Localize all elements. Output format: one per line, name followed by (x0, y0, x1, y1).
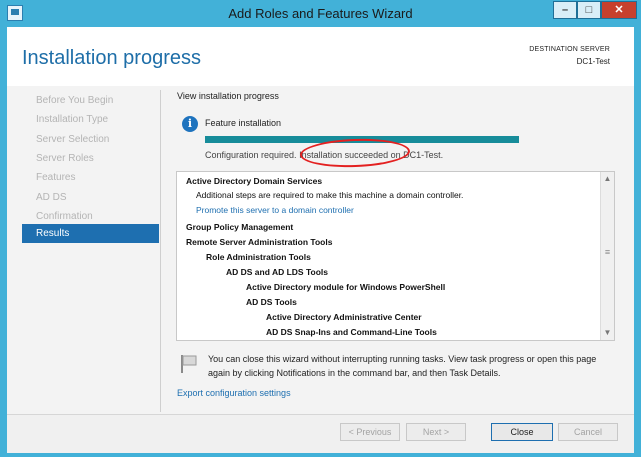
window-frame-right (634, 27, 641, 457)
results-scrollbar[interactable]: ▲ ≡ ▼ (600, 172, 614, 340)
scroll-grip-icon[interactable]: ≡ (603, 248, 612, 257)
results-list[interactable]: Active Directory Domain Services Additio… (176, 171, 615, 341)
page-title: Installation progress (22, 47, 201, 69)
nav-item-confirmation: Confirmation (36, 211, 93, 222)
close-wizard-note: You can close this wizard without interr… (208, 354, 597, 378)
cancel-button[interactable]: Cancel (558, 423, 618, 441)
nav-item-features: Features (36, 172, 76, 183)
maximize-button[interactable]: □ (577, 1, 601, 19)
minimize-button[interactable]: – (553, 1, 577, 19)
nav-item-server-selection: Server Selection (36, 134, 110, 145)
result-item: Additional steps are required to make th… (196, 190, 464, 200)
export-configuration-link[interactable]: Export configuration settings (177, 388, 291, 398)
nav-item-before-you-begin: Before You Begin (36, 95, 114, 106)
result-item: Active Directory Domain Services (186, 176, 323, 186)
destination-server-label: DESTINATION SERVER (529, 46, 610, 53)
nav-item-installation-type: Installation Type (36, 114, 109, 125)
next-button[interactable]: Next > (406, 423, 466, 441)
result-item: Role Administration Tools (206, 252, 311, 262)
window-frame-left (0, 27, 7, 457)
promote-dc-link[interactable]: Promote this server to a domain controll… (196, 205, 354, 215)
feature-installation-label: Feature installation (205, 118, 282, 128)
result-item: AD DS Tools (246, 297, 297, 307)
result-item: Remote Server Administration Tools (186, 237, 333, 247)
previous-button[interactable]: < Previous (340, 423, 400, 441)
result-item: Active Directory module for Windows Powe… (246, 282, 446, 292)
window-title: Add Roles and Features Wizard (228, 6, 413, 21)
scroll-down-icon[interactable]: ▼ (601, 327, 614, 339)
progress-prefix: Configuration required. (205, 150, 297, 160)
window-frame-bottom (0, 453, 641, 457)
close-window-button[interactable]: ✕ (601, 1, 637, 19)
result-item: Group Policy Management (186, 222, 294, 232)
nav-item-server-roles: Server Roles (36, 153, 94, 164)
nav-item-ad-ds: AD DS (36, 192, 67, 203)
destination-server-value: DC1-Test (576, 57, 610, 66)
result-item: AD DS Snap-Ins and Command-Line Tools (266, 327, 437, 337)
close-button[interactable]: Close (491, 423, 553, 441)
nav-item-results[interactable]: Results (22, 224, 159, 243)
notification-flag-icon (181, 355, 197, 373)
result-item: AD DS and AD LDS Tools (226, 267, 328, 277)
result-item: Active Directory Administrative Center (266, 312, 422, 322)
info-icon: i (182, 116, 198, 132)
view-progress-label: View installation progress (177, 91, 279, 101)
scroll-up-icon[interactable]: ▲ (601, 173, 614, 185)
nav-divider (160, 90, 161, 412)
